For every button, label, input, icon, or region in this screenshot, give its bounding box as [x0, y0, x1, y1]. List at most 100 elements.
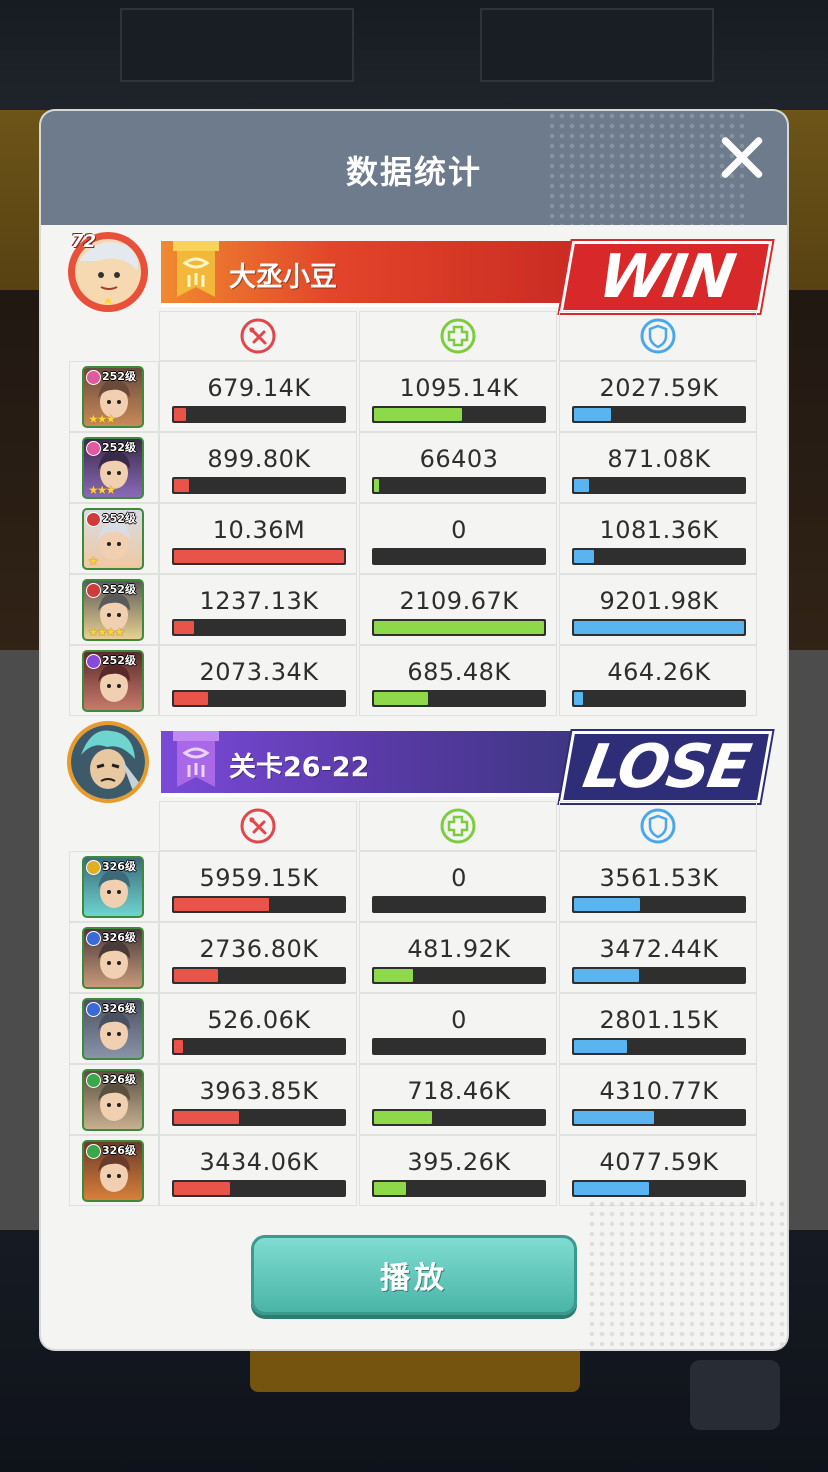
damage-bar	[172, 548, 346, 565]
heal-bar	[372, 690, 546, 707]
tank-bar	[572, 477, 746, 494]
tank-bar-fill	[574, 408, 611, 421]
heal-bar-fill	[374, 692, 428, 705]
heal-value: 2109.67K	[399, 587, 519, 615]
hero-portrait[interactable]: 326级	[82, 998, 144, 1060]
hero-level: 252级	[102, 512, 136, 525]
player-level: 72	[71, 231, 97, 252]
damage-bar-fill	[174, 898, 269, 911]
hero-portrait[interactable]: 252级 ★★★★	[82, 579, 144, 641]
hero-level: 252级	[102, 654, 136, 667]
dialog-header: 数据统计	[41, 111, 787, 225]
tank-cell: 2801.15K	[559, 993, 757, 1064]
close-icon[interactable]	[717, 133, 767, 183]
stat-icon-row	[159, 801, 757, 851]
result-badge-win: WIN	[559, 241, 773, 313]
star-rating: ★	[88, 554, 99, 568]
hero-portrait[interactable]: 252级 ★	[82, 508, 144, 570]
tank-value: 2801.15K	[599, 1006, 719, 1034]
shield-icon	[640, 808, 676, 844]
portrait-cell: 252级 ★★★	[69, 361, 159, 432]
damage-value: 899.80K	[207, 445, 311, 473]
element-icon	[86, 512, 101, 527]
element-icon	[86, 441, 101, 456]
heal-cell: 66403	[359, 432, 557, 503]
tank-value: 464.26K	[607, 658, 711, 686]
hero-row: 326级 2736.80K 481.92K 3472.44K	[69, 922, 759, 993]
tank-header	[559, 311, 757, 361]
hero-level: 326级	[102, 860, 136, 873]
tank-bar-fill	[574, 621, 744, 634]
heal-bar	[372, 1038, 546, 1055]
element-icon	[86, 1073, 101, 1088]
tank-bar	[572, 406, 746, 423]
tank-bar-fill	[574, 1111, 654, 1124]
heal-bar	[372, 548, 546, 565]
element-icon	[86, 370, 101, 385]
hero-row: 252级 ★ 10.36M 0 1081.36K	[69, 503, 759, 574]
tank-bar-fill	[574, 479, 589, 492]
portrait-cell: 326级	[69, 922, 159, 993]
element-icon	[86, 860, 101, 875]
damage-cell: 1237.13K	[159, 574, 357, 645]
damage-icon	[240, 318, 276, 354]
heal-cell: 685.48K	[359, 645, 557, 716]
tank-bar	[572, 548, 746, 565]
heal-cell: 0	[359, 851, 557, 922]
portrait-cell: 252级 ★★★★	[69, 574, 159, 645]
damage-value: 3434.06K	[199, 1148, 319, 1176]
tank-header	[559, 801, 757, 851]
damage-value: 2073.34K	[199, 658, 319, 686]
portrait-cell: 326级	[69, 993, 159, 1064]
heal-icon	[440, 318, 476, 354]
hero-row: 326级 3963.85K 718.46K 4310.77K	[69, 1064, 759, 1135]
heal-bar	[372, 1180, 546, 1197]
heal-cell: 718.46K	[359, 1064, 557, 1135]
star-rating: ★★★	[88, 483, 116, 497]
team-banner-enemy: 关卡26-22 LOSE	[67, 721, 787, 807]
heal-bar	[372, 619, 546, 636]
damage-bar	[172, 1109, 346, 1126]
damage-bar	[172, 690, 346, 707]
damage-cell: 3963.85K	[159, 1064, 357, 1135]
damage-cell: 5959.15K	[159, 851, 357, 922]
hero-row: 252级 ★★★ 899.80K 66403 871.08K	[69, 432, 759, 503]
tank-value: 4310.77K	[599, 1077, 719, 1105]
enemy-avatar[interactable]	[67, 721, 149, 803]
hero-portrait[interactable]: 252级 ★★★	[82, 366, 144, 428]
tank-cell: 3561.53K	[559, 851, 757, 922]
damage-header	[159, 311, 357, 361]
hero-portrait[interactable]: 326级	[82, 927, 144, 989]
heal-cell: 2109.67K	[359, 574, 557, 645]
heal-value: 66403	[419, 445, 499, 473]
battle-stats-dialog: 数据统计 大丞小豆 WIN 72 252级 ★★★ 679.14K 1095.1…	[41, 111, 787, 1349]
tank-cell: 464.26K	[559, 645, 757, 716]
heal-bar	[372, 1109, 546, 1126]
damage-bar-fill	[174, 621, 194, 634]
damage-value: 1237.13K	[199, 587, 319, 615]
hero-portrait[interactable]: 326级	[82, 1140, 144, 1202]
tank-bar-fill	[574, 898, 640, 911]
heal-value: 0	[451, 1006, 467, 1034]
hero-portrait[interactable]: 252级	[82, 650, 144, 712]
star-rating: ★★★	[88, 412, 116, 426]
heal-value: 685.48K	[407, 658, 511, 686]
tank-bar-fill	[574, 692, 583, 705]
tank-bar	[572, 1180, 746, 1197]
hero-portrait[interactable]: 252级 ★★★	[82, 437, 144, 499]
hero-portrait[interactable]: 326级	[82, 1069, 144, 1131]
heal-bar-fill	[374, 408, 462, 421]
play-button[interactable]: 播放	[251, 1235, 577, 1315]
portrait-cell: 326级	[69, 1064, 159, 1135]
tank-cell: 871.08K	[559, 432, 757, 503]
team-banner-bar	[161, 241, 589, 307]
damage-bar-fill	[174, 692, 208, 705]
tank-cell: 4077.59K	[559, 1135, 757, 1206]
hero-portrait[interactable]: 326级	[82, 856, 144, 918]
hero-row: 252级 2073.34K 685.48K 464.26K	[69, 645, 759, 716]
heal-cell: 0	[359, 993, 557, 1064]
star-rating: ★★★★	[88, 625, 125, 639]
heal-icon	[440, 808, 476, 844]
tank-bar	[572, 1038, 746, 1055]
hero-level: 252级	[102, 441, 136, 454]
